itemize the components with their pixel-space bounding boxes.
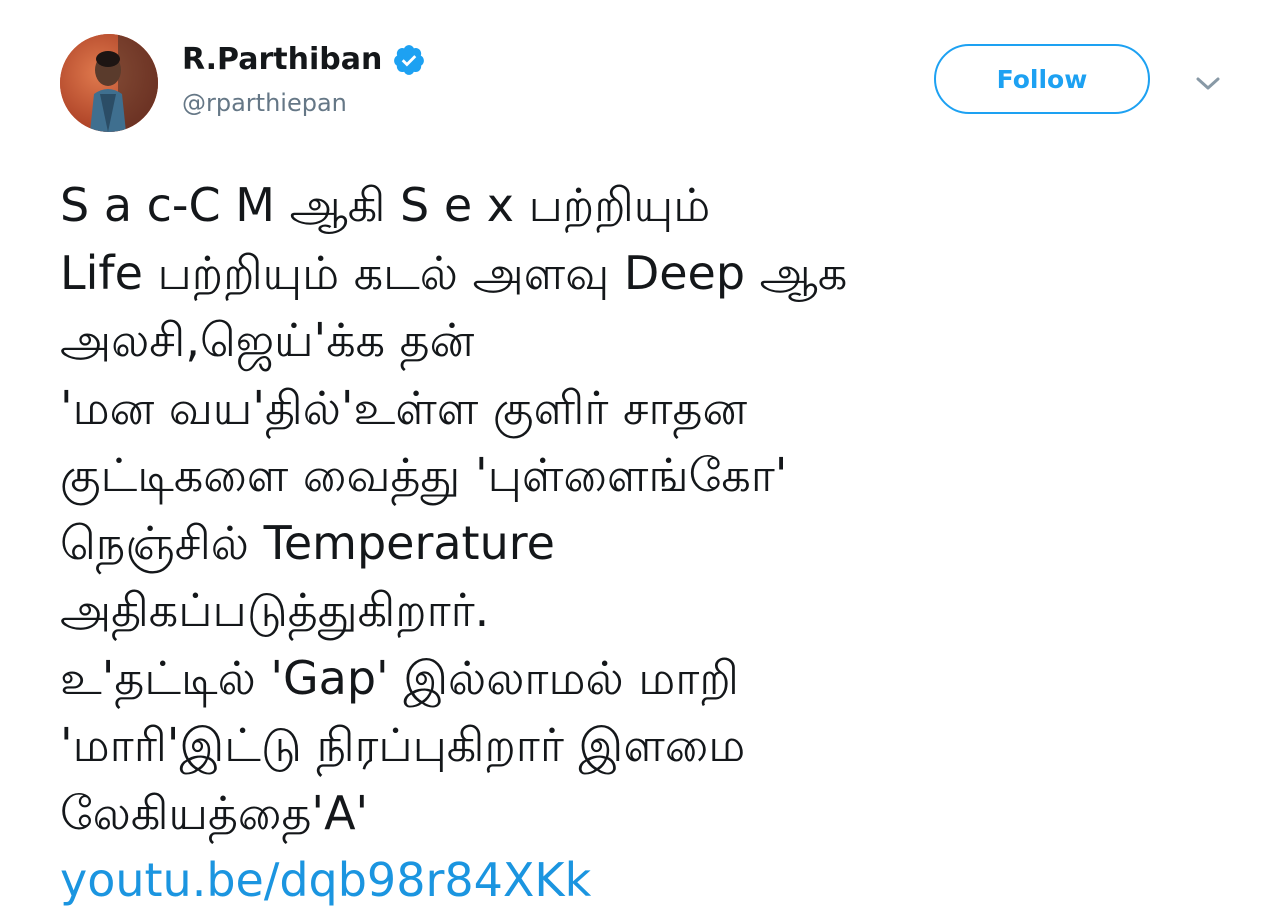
tweet-text-line: Life பற்றியும் கடல் அளவு Deep ஆக xyxy=(60,245,848,300)
tweet-text-line: அலசி,ஜெய்'க்க தன் xyxy=(60,313,475,367)
tweet-header: R.Parthiban @rparthiepan Follow xyxy=(60,34,1240,134)
avatar[interactable] xyxy=(60,34,158,132)
avatar-image xyxy=(60,34,158,132)
tweet-text-line: உ'தட்டில் 'Gap' இல்லாமல் மாறி xyxy=(60,650,739,705)
tweet-text-line: நெஞ்சில் Temperature xyxy=(60,515,555,570)
display-name[interactable]: R.Parthiban xyxy=(182,40,426,80)
tweet-text-line: அதிகப்படுத்துகிறார். xyxy=(60,583,490,637)
tweet-text: S a c-C M ஆகி S e x பற்றியும் Life பற்றி… xyxy=(60,172,1240,915)
tweet-text-line: S a c-C M ஆகி S e x பற்றியும் xyxy=(60,178,711,232)
tweet-text-line: குட்டிகளை வைத்து 'புள்ளைங்கோ' xyxy=(60,448,788,502)
user-names: R.Parthiban @rparthiepan xyxy=(182,40,426,120)
tweet-card: R.Parthiban @rparthiepan Follow S a c-C … xyxy=(0,0,1280,907)
more-options-button[interactable] xyxy=(1188,64,1228,104)
follow-button[interactable]: Follow xyxy=(934,44,1150,114)
tweet-text-line: 'மாரி'இட்டு நிரப்புகிறார் இளமை xyxy=(60,718,746,772)
display-name-text[interactable]: R.Parthiban xyxy=(182,40,382,80)
user-handle[interactable]: @rparthiepan xyxy=(182,86,426,120)
tweet-link[interactable]: youtu.be/dqb98r84XKk xyxy=(60,847,1240,915)
tweet-text-line: லேகியத்தை'A' xyxy=(60,785,369,840)
tweet-text-line: 'மன வய'தில்'உள்ள குளிர் சாதன xyxy=(60,380,748,435)
verified-badge-icon xyxy=(392,43,426,77)
chevron-down-icon xyxy=(1196,77,1220,90)
